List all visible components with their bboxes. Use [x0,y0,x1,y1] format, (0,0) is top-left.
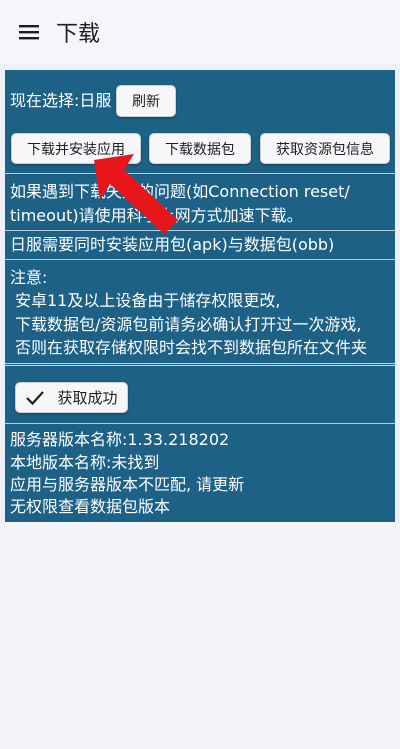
divider [5,173,395,174]
divider [5,230,395,231]
get-resource-info-button[interactable]: 获取资源包信息 [260,133,390,164]
page-title: 下载 [56,22,101,47]
jp-server-requirement: 日服需要同时安装应用包(apk)与数据包(obb) [10,235,335,254]
download-panel: 现在选择:日服 刷新 下载并安装应用 下载数据包 获取资源包信息 如果遇到下载失… [5,70,395,522]
red-arrow-annotation-icon [94,154,178,234]
menu-button[interactable] [0,0,58,64]
local-version: 本地版本名称:未找到 [10,453,160,472]
no-permission-notice: 无权限查看数据包版本 [10,497,171,516]
empty-area [0,522,400,749]
current-selection-label: 现在选择:日服 [10,91,112,110]
app-bar: 下载 [0,0,400,64]
divider [5,423,395,424]
note-line: 下载数据包/资源包前请务必确认打开过一次游戏, [15,315,362,334]
note-heading: 注意: [10,268,48,287]
version-mismatch-notice: 应用与服务器版本不匹配, 请更新 [10,475,245,494]
check-icon [26,390,45,405]
note-line: 安卓11及以上设备由于储存权限更改, [15,291,281,310]
hamburger-menu-icon [19,25,39,40]
double-divider [5,363,395,366]
fetch-success-button[interactable]: 获取成功 [15,382,128,413]
server-version: 服务器版本名称:1.33.218202 [10,430,230,449]
note-line: 否则在获取存储权限时会找不到数据包所在文件夹 [15,338,368,357]
fetch-success-label: 获取成功 [57,389,118,407]
refresh-button[interactable]: 刷新 [116,85,176,117]
divider [5,259,395,260]
